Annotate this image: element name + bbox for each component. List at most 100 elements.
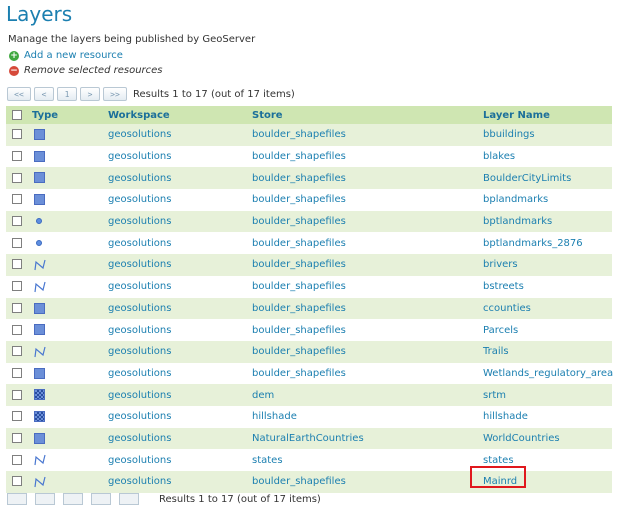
store-link[interactable]: boulder_shapefiles <box>252 303 346 314</box>
store-link[interactable]: boulder_shapefiles <box>252 281 346 292</box>
store-link[interactable]: dem <box>252 390 274 401</box>
row-checkbox[interactable] <box>12 151 22 162</box>
row-select-cell[interactable] <box>6 232 32 255</box>
store-link[interactable]: boulder_shapefiles <box>252 216 346 227</box>
store-link[interactable]: hillshade <box>252 411 297 422</box>
store-link[interactable]: boulder_shapefiles <box>252 151 346 162</box>
layer-name-link[interactable]: Trails <box>483 346 509 357</box>
layer-name-link[interactable]: srtm <box>483 390 506 401</box>
store-link[interactable]: boulder_shapefiles <box>252 476 346 487</box>
workspace-link[interactable]: geosolutions <box>108 368 171 379</box>
select-all-checkbox[interactable] <box>12 109 22 120</box>
next-page-button[interactable]: > <box>80 87 100 101</box>
workspace-link[interactable]: geosolutions <box>108 325 171 336</box>
row-select-cell[interactable] <box>6 189 32 211</box>
row-select-cell[interactable] <box>6 145 32 168</box>
row-select-cell[interactable] <box>6 275 32 298</box>
store-link[interactable]: boulder_shapefiles <box>252 173 346 184</box>
bottom-last-page-button[interactable] <box>119 493 139 505</box>
row-checkbox[interactable] <box>12 411 22 422</box>
row-checkbox[interactable] <box>12 129 22 140</box>
remove-resources-link[interactable]: Remove selected resources <box>24 65 163 76</box>
store-link[interactable]: boulder_shapefiles <box>252 238 346 249</box>
row-select-cell[interactable] <box>6 384 32 406</box>
store-link[interactable]: boulder_shapefiles <box>252 346 346 357</box>
layer-name-link[interactable]: bptlandmarks <box>483 216 552 227</box>
layer-name-column-header[interactable]: Layer Name <box>483 106 612 124</box>
row-checkbox[interactable] <box>12 454 22 465</box>
store-link[interactable]: boulder_shapefiles <box>252 368 346 379</box>
row-checkbox[interactable] <box>12 476 22 487</box>
workspace-link[interactable]: geosolutions <box>108 281 171 292</box>
layer-name-link[interactable]: hillshade <box>483 411 528 422</box>
workspace-link[interactable]: geosolutions <box>108 259 171 270</box>
row-checkbox[interactable] <box>12 367 22 378</box>
row-select-cell[interactable] <box>6 427 32 450</box>
layer-name-link[interactable]: WorldCountries <box>483 433 560 444</box>
store-column-header[interactable]: Store <box>252 106 483 124</box>
layer-name-link[interactable]: states <box>483 455 514 466</box>
row-select-cell[interactable] <box>6 297 32 320</box>
remove-resources-action[interactable]: − Remove selected resources <box>9 64 163 77</box>
row-select-cell[interactable] <box>6 167 32 190</box>
layer-name-link[interactable]: blakes <box>483 151 515 162</box>
page-number-button[interactable]: 1 <box>57 87 77 101</box>
row-select-cell[interactable] <box>6 319 32 341</box>
workspace-link[interactable]: geosolutions <box>108 390 171 401</box>
workspace-link[interactable]: geosolutions <box>108 216 171 227</box>
workspace-link[interactable]: geosolutions <box>108 238 171 249</box>
workspace-link[interactable]: geosolutions <box>108 151 171 162</box>
store-link[interactable]: states <box>252 455 283 466</box>
add-resource-action[interactable]: + Add a new resource <box>9 49 123 62</box>
row-checkbox[interactable] <box>12 172 22 183</box>
layer-name-link[interactable]: brivers <box>483 259 518 270</box>
layer-name-link[interactable]: bstreets <box>483 281 524 292</box>
row-checkbox[interactable] <box>12 389 22 400</box>
workspace-link[interactable]: geosolutions <box>108 173 171 184</box>
store-link[interactable]: NaturalEarthCountries <box>252 433 364 444</box>
select-all-header[interactable] <box>6 106 32 124</box>
row-select-cell[interactable] <box>6 340 32 363</box>
row-checkbox[interactable] <box>12 259 22 270</box>
row-select-cell[interactable] <box>6 362 32 385</box>
bottom-next-page-button[interactable] <box>91 493 111 505</box>
workspace-link[interactable]: geosolutions <box>108 346 171 357</box>
store-link[interactable]: boulder_shapefiles <box>252 325 346 336</box>
add-icon[interactable]: + <box>9 50 19 61</box>
store-link[interactable]: boulder_shapefiles <box>252 259 346 270</box>
row-checkbox[interactable] <box>12 281 22 292</box>
layer-name-link[interactable]: Wetlands_regulatory_area <box>483 368 613 379</box>
workspace-column-header[interactable]: Workspace <box>108 106 252 124</box>
prev-page-button[interactable]: < <box>34 87 54 101</box>
bottom-prev-page-button[interactable] <box>35 493 55 505</box>
store-link[interactable]: boulder_shapefiles <box>252 194 346 205</box>
workspace-link[interactable]: geosolutions <box>108 455 171 466</box>
workspace-link[interactable]: geosolutions <box>108 433 171 444</box>
workspace-link[interactable]: geosolutions <box>108 303 171 314</box>
last-page-button[interactable]: >> <box>103 87 127 101</box>
bottom-page-number-button[interactable] <box>63 493 83 505</box>
layer-name-link[interactable]: BoulderCityLimits <box>483 173 571 184</box>
row-checkbox[interactable] <box>12 346 22 357</box>
row-checkbox[interactable] <box>12 216 22 227</box>
row-checkbox[interactable] <box>12 194 22 205</box>
row-checkbox[interactable] <box>12 324 22 335</box>
layer-name-link[interactable]: ccounties <box>483 303 531 314</box>
bottom-first-page-button[interactable] <box>7 493 27 505</box>
remove-icon[interactable]: − <box>9 65 19 76</box>
first-page-button[interactable]: << <box>7 87 31 101</box>
layer-name-link[interactable]: Parcels <box>483 325 518 336</box>
row-select-cell[interactable] <box>6 449 32 471</box>
row-checkbox[interactable] <box>12 432 22 443</box>
store-link[interactable]: boulder_shapefiles <box>252 129 346 140</box>
layer-name-link[interactable]: bptlandmarks_2876 <box>483 238 583 249</box>
row-checkbox[interactable] <box>12 237 22 248</box>
type-column-header[interactable]: Type <box>32 106 108 124</box>
row-checkbox[interactable] <box>12 302 22 313</box>
layer-name-link[interactable]: bbuildings <box>483 129 535 140</box>
add-resource-link[interactable]: Add a new resource <box>24 50 123 61</box>
row-select-cell[interactable] <box>6 254 32 276</box>
row-select-cell[interactable] <box>6 471 32 493</box>
row-select-cell[interactable] <box>6 405 32 428</box>
workspace-link[interactable]: geosolutions <box>108 476 171 487</box>
